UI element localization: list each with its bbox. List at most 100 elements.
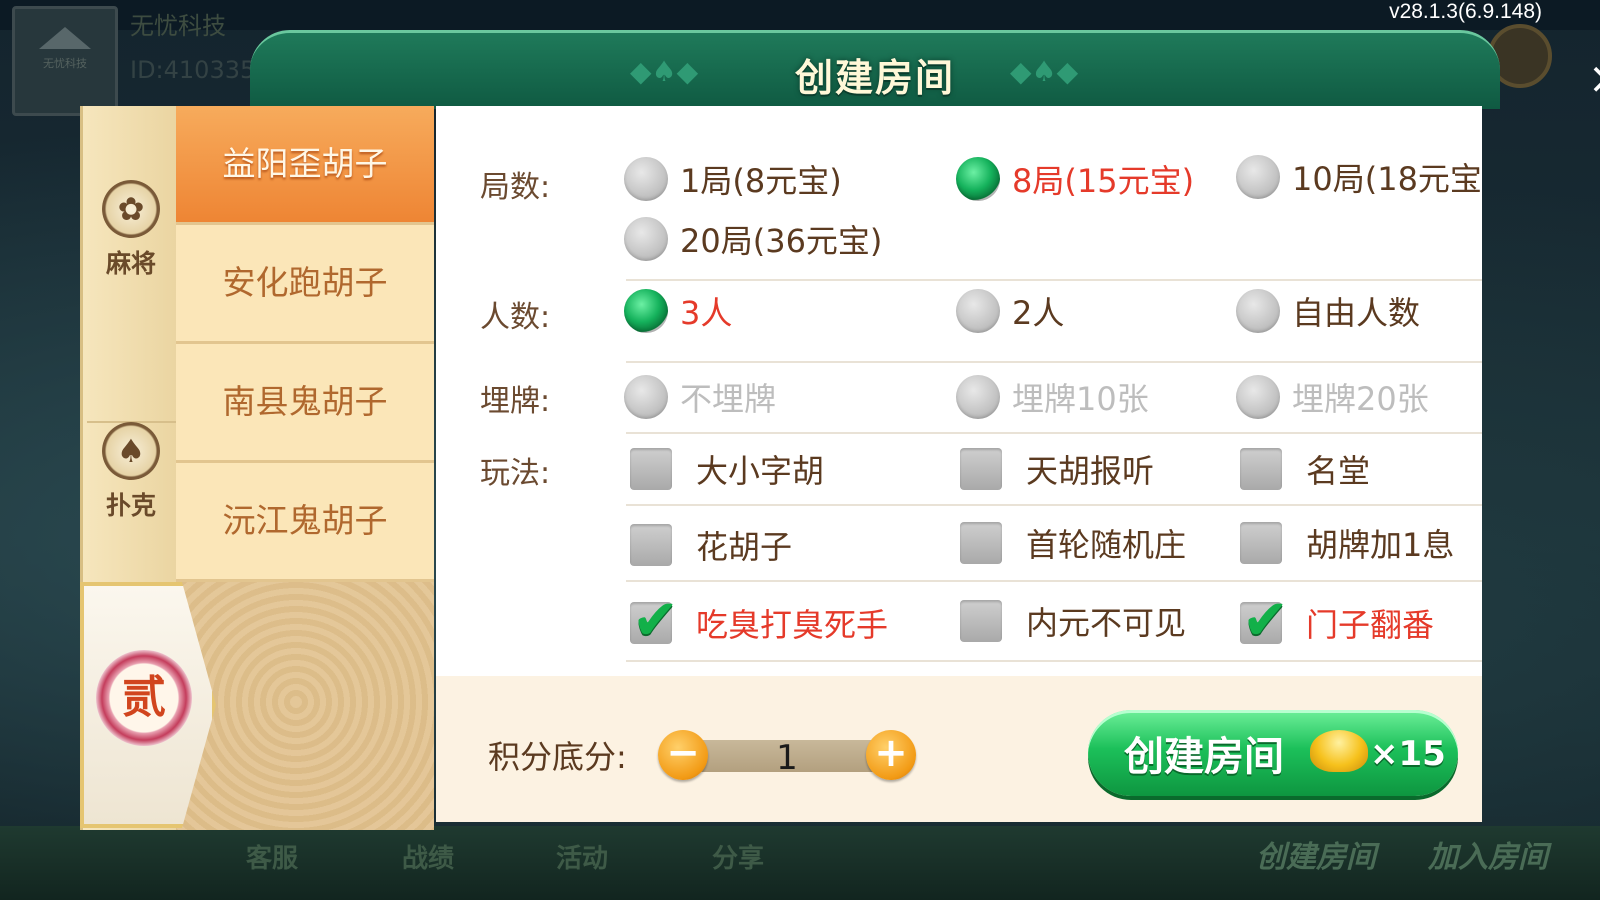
base-score-value: 1	[776, 738, 798, 778]
checkbox-icon	[960, 448, 1002, 490]
option-label: 埋牌10张	[1012, 380, 1149, 418]
rounds-option-10[interactable]: 10局(18元宝)	[1236, 154, 1482, 200]
checkbox-checked-icon: ✔	[630, 588, 679, 653]
option-label: 花胡子	[696, 528, 793, 566]
create-room-dialog: ◆♠◆ ◆♠◆ 创建房间 × ✿ 麻将 ♠ 扑克 益阳歪胡子 安化跑胡子 南县鬼…	[80, 30, 1600, 830]
players-option-3[interactable]: 3人	[624, 288, 732, 334]
checkbox-icon	[1240, 522, 1282, 564]
radio-icon	[1236, 155, 1280, 199]
radio-icon	[1236, 289, 1280, 333]
game-tab-yiyang[interactable]: 益阳歪胡子	[176, 106, 434, 225]
bg-create-room[interactable]: 创建房间	[1256, 832, 1376, 876]
rule-mingtang[interactable]: 名堂	[1240, 446, 1370, 492]
check-mark-icon: ✔	[632, 588, 679, 653]
option-label: 不埋牌	[680, 380, 777, 418]
rule-chichou-dachou[interactable]: ✔ 吃臭打臭死手	[630, 588, 889, 653]
base-score-label: 积分底分:	[488, 738, 627, 776]
nav-customer-service[interactable]: 客服	[246, 838, 298, 875]
dialog-title: 创建房间	[794, 56, 955, 100]
radio-icon	[624, 375, 668, 419]
create-room-label: 创建房间	[1124, 734, 1284, 780]
rule-tianhubaoting[interactable]: 天胡报听	[960, 446, 1154, 492]
players-option-2[interactable]: 2人	[956, 288, 1064, 334]
divider	[626, 504, 1482, 506]
rules-label: 玩法:	[480, 456, 551, 491]
option-label: 2人	[1012, 294, 1065, 332]
checkbox-icon	[960, 522, 1002, 564]
option-label: 10局(18元宝)	[1292, 160, 1482, 198]
version-label: v28.1.3(6.9.148)	[1389, 0, 1542, 23]
checkbox-icon	[630, 448, 672, 490]
rounds-option-8[interactable]: 8局(15元宝)	[956, 156, 1194, 202]
category-mahjong[interactable]: ✿ 麻将	[83, 180, 179, 280]
category-label: 扑克	[105, 491, 156, 520]
radio-selected-icon	[956, 157, 1000, 201]
divider	[626, 361, 1482, 363]
options-panel: 局数: 1局(8元宝) 8局(15元宝) 10局(18元宝) 20局(36元宝)…	[436, 106, 1482, 676]
option-label: 大小字胡	[696, 452, 825, 490]
checkbox-icon	[630, 524, 672, 566]
divider	[626, 279, 1482, 281]
divider	[626, 580, 1482, 582]
option-label: 吃臭打臭死手	[696, 606, 889, 644]
players-label: 人数:	[480, 300, 551, 335]
divider	[626, 660, 1482, 662]
rule-random-dealer[interactable]: 首轮随机庄	[960, 520, 1186, 566]
checkbox-icon	[960, 600, 1002, 642]
option-label: 20局(36元宝)	[680, 222, 883, 260]
category-label: 麻将	[105, 249, 156, 278]
base-score-stepper[interactable]: 1 − +	[658, 730, 916, 780]
fan-badge-icon[interactable]: 贰	[96, 650, 192, 746]
game-list: 益阳歪胡子 安化跑胡子 南县鬼胡子 沅江鬼胡子	[176, 106, 434, 830]
radio-icon	[956, 375, 1000, 419]
rule-menzi-double[interactable]: ✔ 门子翻番	[1240, 588, 1434, 653]
bg-join-room[interactable]: 加入房间	[1428, 832, 1548, 876]
rounds-option-1[interactable]: 1局(8元宝)	[624, 156, 842, 202]
top-bar	[0, 0, 1600, 30]
bury-option-none: 不埋牌	[624, 374, 776, 420]
divider	[626, 432, 1482, 434]
radio-icon	[624, 157, 668, 201]
option-label: 自由人数	[1292, 294, 1421, 332]
radio-selected-icon	[624, 289, 668, 333]
nav-share[interactable]: 分享	[712, 838, 764, 875]
option-label: 3人	[680, 294, 733, 332]
rounds-option-20[interactable]: 20局(36元宝)	[624, 216, 882, 262]
create-room-button[interactable]: 创建房间 ×15	[1088, 710, 1458, 796]
category-poker[interactable]: ♠ 扑克	[83, 422, 179, 522]
bury-label: 埋牌:	[480, 384, 551, 419]
game-tab-anhua[interactable]: 安化跑胡子	[176, 225, 434, 344]
option-label: 内元不可见	[1026, 604, 1187, 642]
nav-records[interactable]: 战绩	[402, 838, 454, 875]
dialog-header: ◆♠◆ ◆♠◆ 创建房间 ×	[250, 30, 1600, 109]
rule-daxiaozihu[interactable]: 大小字胡	[630, 446, 824, 492]
rule-neiyuan-invisible[interactable]: 内元不可见	[960, 598, 1186, 644]
game-tab-nanxian[interactable]: 南县鬼胡子	[176, 344, 434, 463]
game-tab-yuanjiang[interactable]: 沅江鬼胡子	[176, 463, 434, 582]
cost-label: ×15	[1370, 734, 1446, 774]
close-icon[interactable]: ×	[1582, 55, 1600, 103]
nav-activity[interactable]: 活动	[556, 838, 608, 875]
option-label: 首轮随机庄	[1026, 526, 1187, 564]
bury-option-10: 埋牌10张	[956, 374, 1149, 420]
radio-icon	[956, 289, 1000, 333]
gold-ingot-icon	[1310, 730, 1368, 772]
option-label: 名堂	[1306, 452, 1371, 490]
radio-icon	[1236, 375, 1280, 419]
plus-icon[interactable]: +	[866, 730, 916, 780]
check-mark-icon: ✔	[1242, 588, 1289, 653]
option-label: 天胡报听	[1026, 452, 1155, 490]
rounds-label: 局数:	[480, 170, 551, 205]
minus-icon[interactable]: −	[658, 730, 708, 780]
option-label: 8局(15元宝)	[1012, 162, 1195, 200]
option-label: 埋牌20张	[1292, 380, 1429, 418]
players-option-free[interactable]: 自由人数	[1236, 288, 1420, 334]
mahjong-icon: ✿	[102, 180, 160, 238]
option-label: 1局(8元宝)	[680, 162, 842, 200]
checkbox-checked-icon: ✔	[1240, 588, 1289, 653]
spade-icon: ♠	[102, 422, 160, 480]
dialog-footer: 积分底分: 1 − + 创建房间 ×15	[436, 676, 1482, 822]
radio-icon	[624, 217, 668, 261]
rule-hupai-plus1[interactable]: 胡牌加1息	[1240, 520, 1454, 566]
rule-huahuzi[interactable]: 花胡子	[630, 522, 792, 568]
